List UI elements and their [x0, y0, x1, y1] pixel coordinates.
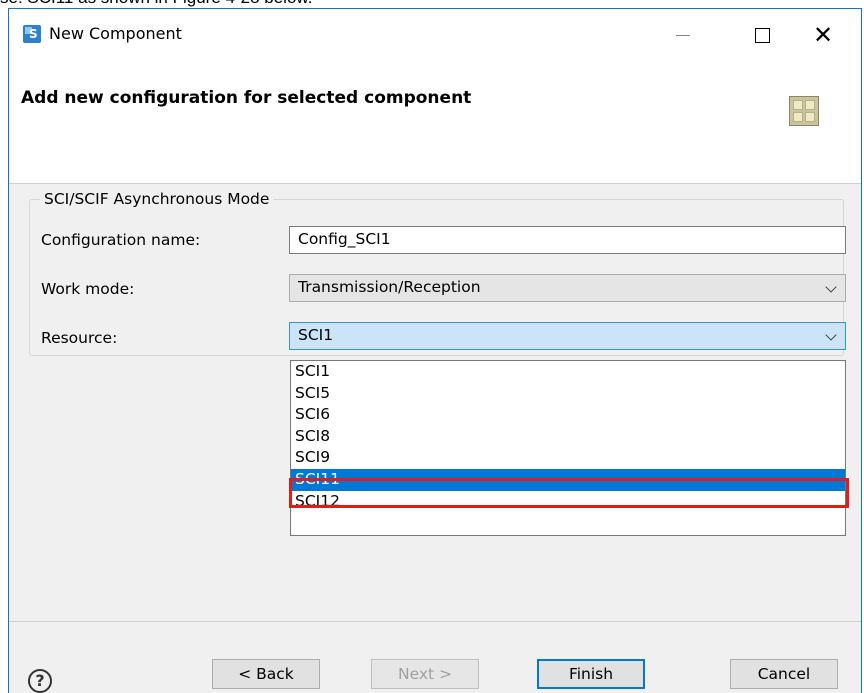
- wizard-header: Add new configuration for selected compo…: [9, 63, 861, 184]
- help-icon[interactable]: ?: [28, 669, 52, 693]
- minimize-icon: [676, 34, 690, 36]
- app-logo-icon: [23, 25, 41, 43]
- maximize-icon: [754, 27, 770, 43]
- dropdown-option[interactable]: SCI8: [291, 426, 845, 448]
- config-name-label: Configuration name:: [41, 231, 201, 249]
- close-button[interactable]: ✕: [804, 19, 842, 51]
- close-icon: ✕: [812, 21, 834, 49]
- chevron-down-icon: [825, 329, 837, 341]
- dropdown-option[interactable]: SCI9: [291, 447, 845, 469]
- footer-divider: [9, 621, 861, 622]
- back-button[interactable]: < Back: [212, 659, 320, 689]
- title-bar[interactable]: New Component ✕: [9, 9, 861, 63]
- work-mode-select[interactable]: Transmission/Reception: [289, 274, 846, 302]
- resource-select[interactable]: SCI1: [289, 322, 846, 350]
- resource-value: SCI1: [298, 326, 334, 344]
- document-caption-text: se: SCI11 as shown in Figure 4-28 below.: [0, 0, 312, 8]
- minimize-button[interactable]: [664, 19, 702, 51]
- dropdown-option[interactable]: SCI1: [291, 361, 845, 383]
- component-grid-icon: [789, 96, 819, 126]
- resource-dropdown-list: SCI1 SCI5 SCI6 SCI8 SCI9 SCI11 SCI12: [290, 360, 846, 536]
- maximize-button[interactable]: [743, 19, 781, 51]
- cancel-button[interactable]: Cancel: [730, 659, 838, 689]
- finish-button[interactable]: Finish: [537, 659, 645, 689]
- config-name-value: Config_SCI1: [298, 230, 391, 248]
- new-component-dialog: New Component ✕ Add new configuration fo…: [8, 8, 862, 693]
- dropdown-option[interactable]: SCI5: [291, 383, 845, 405]
- group-legend: SCI/SCIF Asynchronous Mode: [40, 190, 274, 208]
- window-title: New Component: [49, 24, 182, 43]
- work-mode-label: Work mode:: [41, 280, 135, 298]
- resource-label: Resource:: [41, 329, 118, 347]
- next-button[interactable]: Next >: [371, 659, 479, 689]
- page-title: Add new configuration for selected compo…: [21, 88, 472, 108]
- config-name-field[interactable]: Config_SCI1: [289, 226, 846, 254]
- dropdown-option[interactable]: SCI6: [291, 404, 845, 426]
- dropdown-option-selected[interactable]: SCI11: [291, 468, 845, 491]
- work-mode-value: Transmission/Reception: [298, 278, 481, 296]
- chevron-down-icon: [825, 281, 837, 293]
- dropdown-option[interactable]: SCI12: [291, 491, 845, 513]
